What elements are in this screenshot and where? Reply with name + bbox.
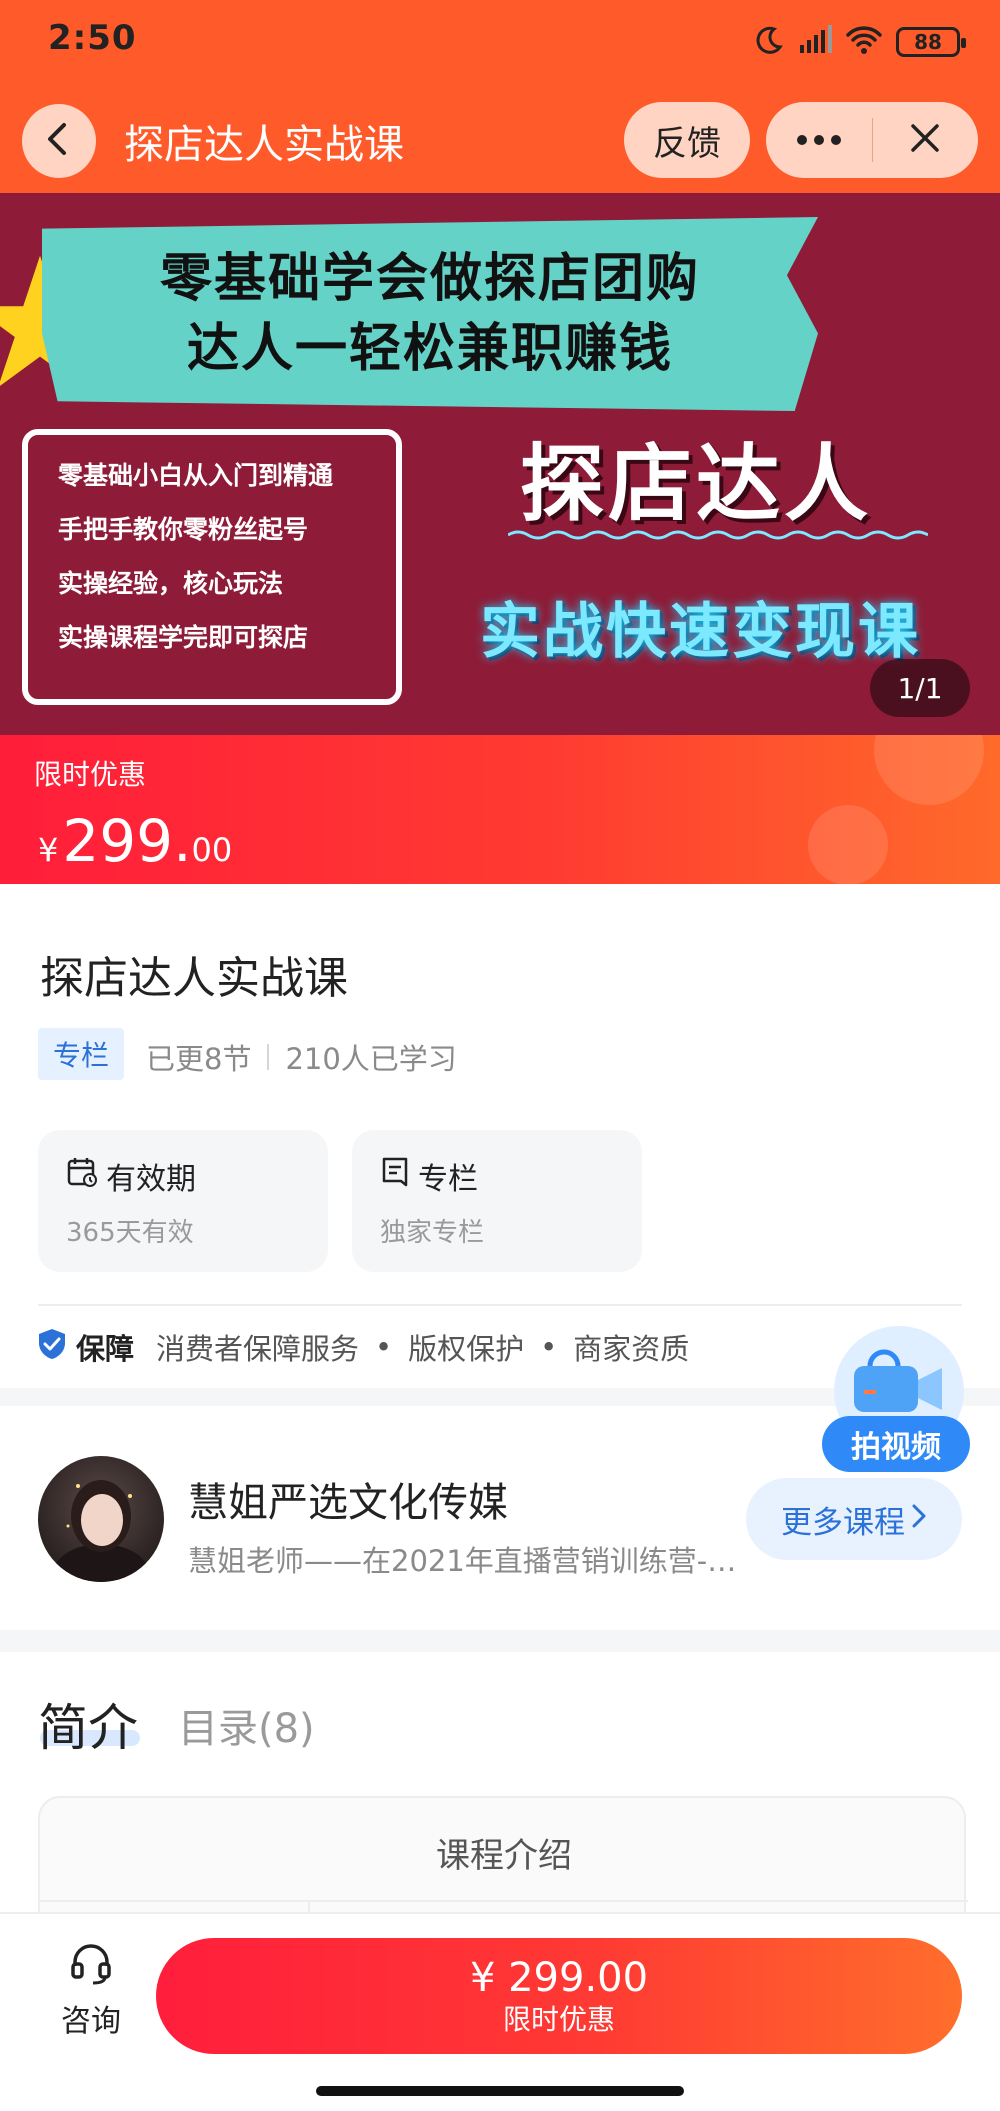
banner-point: 零基础小白从入门到精通: [58, 461, 334, 490]
learner-count: 210人已学习: [285, 1042, 457, 1076]
shoot-video-label: 拍视频: [822, 1416, 970, 1472]
banner-big-title: 探店达人: [520, 435, 873, 533]
shield-check-icon: [36, 1327, 68, 1368]
tab-intro[interactable]: 简介: [38, 1688, 138, 1760]
calendar-icon: [66, 1156, 98, 1196]
buy-button[interactable]: ¥ 299.00 限时优惠: [156, 1938, 962, 2054]
back-button[interactable]: [22, 104, 96, 178]
guarantee-dot: •: [375, 1330, 393, 1364]
course-meta: 已更8节 210人已学习: [146, 1036, 457, 1078]
updated-count: 已更8节: [146, 1042, 252, 1076]
banner-wave-divider: [508, 530, 928, 540]
more-courses-button[interactable]: 更多课程: [746, 1478, 962, 1560]
battery-indicator: 88: [896, 27, 966, 57]
status-icons: 88: [754, 22, 966, 62]
consult-button[interactable]: 咨询: [52, 1940, 130, 2040]
banner-point: 手把手教你零粉丝起号: [58, 515, 309, 544]
top-bar: 2:50 88 探店达人实战课 反馈: [0, 0, 1000, 193]
meta-divider: [267, 1044, 270, 1070]
banner-sub-title: 实战快速变现课: [480, 597, 921, 667]
course-intro-title: 课程介绍: [436, 1836, 572, 1876]
guarantee-dot: •: [540, 1330, 558, 1364]
home-indicator[interactable]: [316, 2086, 684, 2096]
table-row-line: [40, 1900, 968, 1902]
moon-icon: [754, 25, 784, 59]
consult-label: 咨询: [61, 2004, 121, 2039]
more-options-button[interactable]: [766, 102, 872, 178]
shoot-video-button[interactable]: 拍视频: [822, 1326, 970, 1476]
banner-headline-line-2: 达人一轻松兼职赚钱: [186, 319, 673, 379]
validity-title: 有效期: [106, 1162, 196, 1197]
buy-sub: 限时优惠: [502, 2003, 615, 2036]
tab-catalog[interactable]: 目录(8): [178, 1696, 315, 1754]
signal-icon: [798, 25, 832, 59]
promo-label: 限时优惠: [34, 758, 147, 791]
divider: [38, 1304, 962, 1306]
close-icon: [909, 122, 941, 158]
page: 2:50 88 探店达人实战课 反馈 零基础学会做探店团购 达人一轻松兼职赚钱 …: [0, 0, 1000, 2111]
author-desc: 慧姐老师——在2021年直播营销训练营-…: [188, 1544, 737, 1578]
guarantee-item: 商家资质: [573, 1332, 690, 1366]
price-band: 限时优惠 ¥299.00: [0, 735, 1000, 884]
banner-points: 零基础小白从入门到精通 手把手教你零粉丝起号 实操经验，核心玩法 实操课程学完即…: [22, 429, 402, 705]
author-name[interactable]: 慧姐严选文化传媒: [188, 1470, 508, 1528]
column-card: 专栏 独家专栏: [352, 1130, 642, 1272]
avatar[interactable]: [38, 1456, 164, 1582]
more-dots-icon: [796, 131, 842, 150]
guarantee-row[interactable]: 保障 消费者保障服务 • 版权保护 • 商家资质: [36, 1326, 689, 1368]
status-time: 2:50: [48, 18, 137, 58]
banner-point: 实操课程学完即可探店: [58, 623, 309, 652]
close-button[interactable]: [873, 102, 979, 178]
column-title: 专栏: [418, 1162, 478, 1197]
chevron-right-icon: [911, 1501, 927, 1537]
more-courses-label: 更多课程: [781, 1504, 905, 1541]
price-currency: ¥: [38, 831, 59, 869]
column-card-head: 专栏: [380, 1154, 642, 1198]
decor-bubble: [808, 805, 888, 884]
column-tag: 专栏: [38, 1028, 124, 1080]
price-value: ¥299.00: [38, 807, 232, 875]
banner-point: 实操经验，核心玩法: [58, 569, 284, 598]
buy-price: ¥ 299.00: [469, 1955, 649, 2001]
validity-card-head: 有效期: [66, 1154, 328, 1198]
course-banner[interactable]: 零基础学会做探店团购 达人一轻松兼职赚钱 零基础小白从入门到精通 手把手教你零粉…: [0, 193, 1000, 735]
column-sub: 独家专栏: [380, 1218, 485, 1248]
wifi-icon: [846, 25, 882, 59]
nav-title: 探店达人实战课: [124, 122, 404, 168]
image-counter: 1/1: [870, 659, 970, 717]
column-icon: [380, 1156, 410, 1196]
price-integer: 299.: [62, 807, 192, 875]
banner-headline: 零基础学会做探店团购 达人一轻松兼职赚钱: [42, 217, 818, 411]
price-decimal: 00: [191, 831, 233, 869]
banner-headline-line-1: 零基础学会做探店团购: [159, 249, 700, 309]
guarantee-item: 版权保护: [408, 1332, 525, 1366]
miniprogram-capsule: [766, 102, 978, 178]
course-title: 探店达人实战课: [40, 953, 348, 1004]
validity-sub: 365天有效: [66, 1218, 194, 1248]
guarantee-item: 消费者保障服务: [156, 1332, 360, 1366]
validity-card: 有效期 365天有效: [38, 1130, 328, 1272]
decor-bubble: [874, 735, 984, 805]
bottom-bar: 咨询 ¥ 299.00 限时优惠: [0, 1912, 1000, 2111]
feedback-button[interactable]: 反馈: [624, 102, 750, 178]
headset-icon: [68, 1944, 114, 1990]
guarantee-title: 保障: [76, 1332, 135, 1366]
chevron-left-icon: [44, 122, 74, 160]
section-gap: [0, 1630, 1000, 1652]
